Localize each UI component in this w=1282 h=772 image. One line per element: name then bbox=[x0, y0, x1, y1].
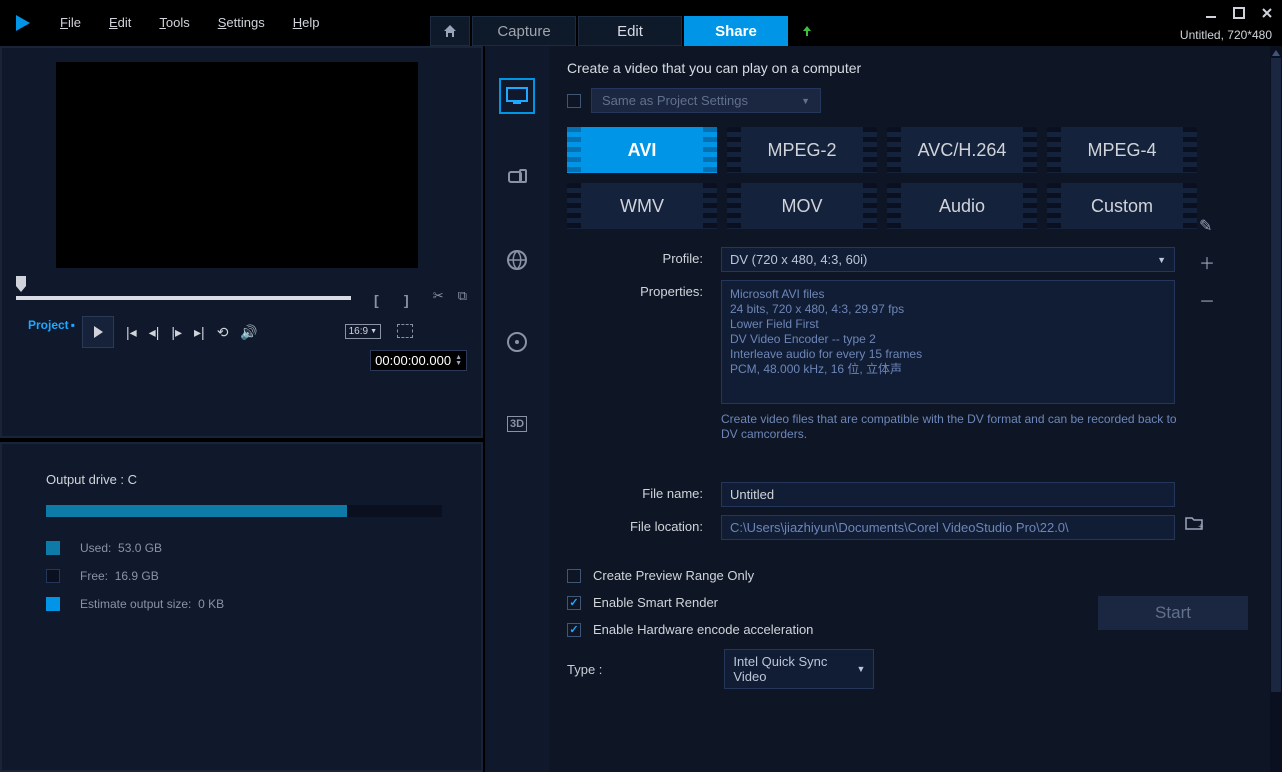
step-fwd-button[interactable]: |▸ bbox=[171, 324, 182, 341]
menu-help[interactable]: HelpHelp bbox=[279, 0, 334, 46]
play-button[interactable] bbox=[82, 316, 114, 348]
output-drive-panel: Output drive : C Used: 53.0 GB Free: 16.… bbox=[0, 442, 483, 772]
menu-file[interactable]: FFileile bbox=[46, 0, 95, 46]
start-button[interactable]: Start bbox=[1098, 596, 1248, 630]
mode-tabs: Capture Edit Share bbox=[430, 16, 822, 46]
preview-panel: [ ] ✂ ⧉ Project▪ |◂ ◂| |▸ ▸| ⟲ 🔊 16:9▼ 0… bbox=[0, 46, 483, 438]
step-back-button[interactable]: ◂| bbox=[149, 324, 160, 341]
close-button[interactable] bbox=[1258, 4, 1276, 22]
maximize-button[interactable] bbox=[1230, 4, 1248, 22]
tab-edit[interactable]: Edit bbox=[578, 16, 682, 46]
project-mode-label[interactable]: Project▪ bbox=[28, 318, 75, 332]
same-as-project-checkbox[interactable] bbox=[567, 94, 581, 108]
format-mpeg2[interactable]: MPEG-2 bbox=[727, 127, 877, 173]
timecode-display[interactable]: 00:00:00.000 ▲▼ bbox=[370, 350, 467, 371]
format-avch264[interactable]: AVC/H.264 bbox=[887, 127, 1037, 173]
menubar: FFileile EditEdit ToolsTools SettingsSet… bbox=[46, 0, 333, 46]
smart-render-checkbox[interactable] bbox=[567, 596, 581, 610]
format-avi[interactable]: AVI bbox=[567, 127, 717, 173]
output-drive-label: Output drive : C bbox=[46, 472, 437, 487]
profile-select[interactable]: DV (720 x 480, 4:3, 60i)▼ bbox=[721, 247, 1175, 272]
hw-encode-label: Enable Hardware encode acceleration bbox=[593, 622, 813, 637]
app-logo bbox=[0, 0, 46, 46]
mark-in-icon[interactable]: [ bbox=[374, 292, 379, 308]
legend-free: Free: 16.9 GB bbox=[46, 569, 437, 583]
browse-location-icon[interactable]: + bbox=[1185, 515, 1203, 531]
go-start-button[interactable]: |◂ bbox=[126, 324, 137, 341]
scrollbar[interactable] bbox=[1270, 46, 1282, 772]
tab-share[interactable]: Share bbox=[684, 16, 788, 46]
copy-icon[interactable]: ⧉ bbox=[458, 288, 467, 304]
profile-label: Profile: bbox=[567, 247, 721, 266]
format-wmv[interactable]: WMV bbox=[567, 183, 717, 229]
timeline-track[interactable] bbox=[16, 276, 351, 300]
edit-profile-icon[interactable]: ✎ bbox=[1199, 216, 1215, 236]
tab-capture[interactable]: Capture bbox=[472, 16, 576, 46]
volume-button[interactable]: 🔊 bbox=[240, 324, 257, 341]
svg-text:+: + bbox=[1198, 522, 1203, 531]
preview-range-checkbox[interactable] bbox=[567, 569, 581, 583]
remove-profile-icon[interactable]: － bbox=[1199, 288, 1215, 312]
smart-render-label: Enable Smart Render bbox=[593, 595, 718, 610]
menu-settings[interactable]: SettingsSettings bbox=[204, 0, 279, 46]
preview-range-label: Create Preview Range Only bbox=[593, 568, 754, 583]
format-mpeg4[interactable]: MPEG-4 bbox=[1047, 127, 1197, 173]
go-end-button[interactable]: ▸| bbox=[194, 324, 205, 341]
target-computer[interactable] bbox=[499, 78, 535, 114]
window-controls bbox=[1202, 4, 1276, 22]
legend-estimate: Estimate output size: 0 KB bbox=[46, 597, 437, 611]
aspect-ratio-selector[interactable]: 16:9▼ bbox=[345, 324, 381, 339]
tab-home[interactable] bbox=[430, 16, 470, 46]
titlebar: FFileile EditEdit ToolsTools SettingsSet… bbox=[0, 0, 1282, 46]
target-3d[interactable]: 3D bbox=[499, 406, 535, 442]
share-target-tabs: 3D bbox=[485, 46, 549, 772]
format-mov[interactable]: MOV bbox=[727, 183, 877, 229]
document-status: Untitled, 720*480 bbox=[1180, 28, 1272, 42]
upload-icon bbox=[792, 16, 822, 46]
menu-edit[interactable]: EditEdit bbox=[95, 0, 145, 46]
video-preview bbox=[56, 62, 418, 268]
encode-type-select[interactable]: Intel Quick Sync Video▼ bbox=[724, 649, 874, 689]
filename-input[interactable]: Untitled bbox=[721, 482, 1175, 507]
share-heading: Create a video that you can play on a co… bbox=[567, 60, 1252, 76]
filelocation-label: File location: bbox=[567, 515, 721, 534]
properties-text: Microsoft AVI files 24 bits, 720 x 480, … bbox=[721, 280, 1175, 404]
minimize-button[interactable] bbox=[1202, 4, 1220, 22]
encode-type-label: Type : bbox=[567, 662, 602, 677]
same-as-project-select: Same as Project Settings▼ bbox=[591, 88, 821, 113]
format-custom[interactable]: Custom bbox=[1047, 183, 1197, 229]
share-settings: Create a video that you can play on a co… bbox=[549, 46, 1282, 772]
target-web[interactable] bbox=[499, 242, 535, 278]
drive-usage-bar bbox=[46, 505, 442, 517]
format-audio[interactable]: Audio bbox=[887, 183, 1037, 229]
hw-encode-checkbox[interactable] bbox=[567, 623, 581, 637]
filelocation-input[interactable]: C:\Users\jiazhiyun\Documents\Corel Video… bbox=[721, 515, 1175, 540]
target-disc[interactable] bbox=[499, 324, 535, 360]
mark-out-icon[interactable]: ] bbox=[404, 292, 409, 308]
target-device[interactable] bbox=[499, 160, 535, 196]
add-profile-icon[interactable]: ＋ bbox=[1199, 250, 1215, 274]
cut-icon[interactable]: ✂ bbox=[433, 288, 444, 304]
legend-used: Used: 53.0 GB bbox=[46, 541, 437, 555]
format-hint: Create video files that are compatible w… bbox=[721, 412, 1181, 442]
properties-label: Properties: bbox=[567, 280, 721, 299]
transport-controls: |◂ ◂| |▸ ▸| ⟲ 🔊 bbox=[82, 316, 258, 348]
loop-button[interactable]: ⟲ bbox=[217, 324, 229, 341]
filename-label: File name: bbox=[567, 482, 721, 501]
crop-selector[interactable] bbox=[397, 324, 413, 338]
format-grid: AVIMPEG-2AVC/H.264MPEG-4 WMVMOVAudioCusto… bbox=[567, 127, 1252, 229]
menu-tools[interactable]: ToolsTools bbox=[145, 0, 203, 46]
